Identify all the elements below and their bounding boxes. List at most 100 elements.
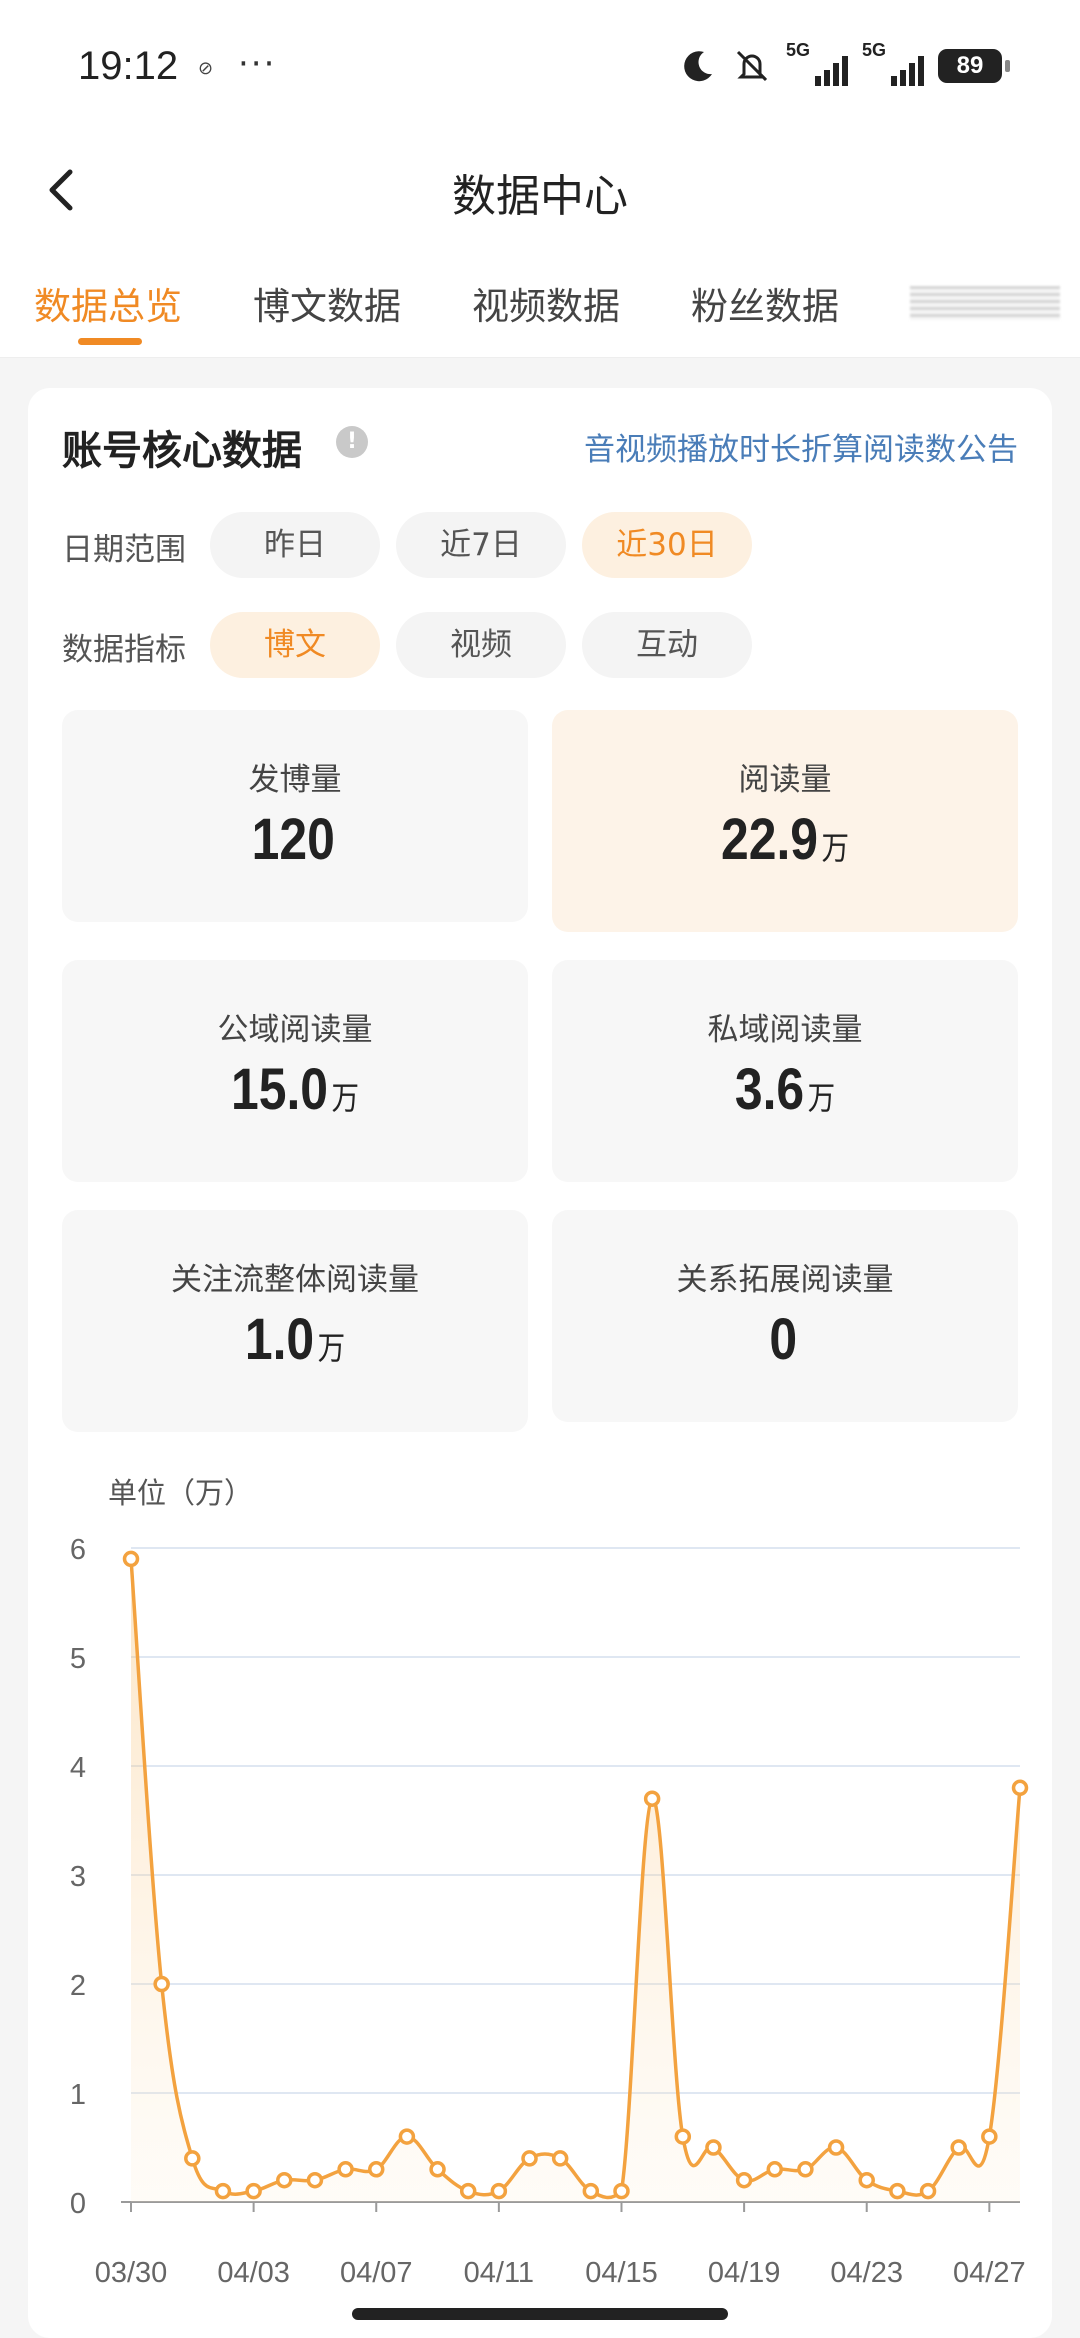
stat-value: 1.0 万: [244, 1307, 346, 1372]
y-tick-label: 0: [70, 2188, 86, 2220]
signal-icon: 5G: [786, 40, 848, 88]
status-icons: 5G 5G 89: [678, 40, 1010, 88]
battery-icon: 89: [938, 49, 1010, 83]
chart-unit-label: 单位（万）: [108, 1476, 254, 1510]
stat-value: 15.0 万: [230, 1057, 360, 1122]
stat-follow-feed-read[interactable]: 关注流整体阅读量 1.0 万: [62, 1210, 528, 1432]
tab-fans-data[interactable]: 粉丝数据: [691, 276, 839, 330]
network-type-1: 5G: [786, 40, 811, 60]
stat-value: 120: [251, 807, 335, 872]
data-point: [337, 2161, 354, 2178]
date-range-label: 日期范围: [62, 532, 186, 568]
signal-icon-2: 5G: [862, 40, 924, 88]
data-point: [276, 2171, 293, 2189]
stat-label: 发博量: [248, 762, 342, 798]
stat-label: 关系拓展阅读量: [676, 1262, 894, 1298]
sync-icon: ⊘: [198, 58, 214, 79]
date-chip-7days[interactable]: 近7日: [396, 512, 566, 578]
y-tick-label: 5: [70, 1643, 86, 1675]
x-tick-label: 04/03: [217, 2257, 290, 2289]
data-point: [367, 2161, 385, 2178]
date-chip-yesterday[interactable]: 昨日: [210, 512, 380, 578]
date-chip-30days[interactable]: 近30日: [582, 512, 752, 578]
stat-relation-read[interactable]: 关系拓展阅读量 0: [552, 1210, 1018, 1422]
status-bar: 19:12 ⊘ ··· 5G 5G 89: [0, 0, 1080, 130]
x-tick-label: 04/15: [585, 2257, 658, 2289]
mute-icon: [736, 50, 768, 82]
y-tick-label: 3: [70, 1861, 86, 1893]
stat-value: 22.9 万: [720, 807, 850, 872]
data-point: [459, 2182, 477, 2200]
tab-video-data[interactable]: 视频数据: [472, 276, 620, 330]
data-point: [919, 2182, 937, 2200]
data-point: [827, 2139, 845, 2156]
data-point: [858, 2171, 875, 2189]
data-point: [153, 1975, 170, 1993]
metric-chip-post[interactable]: 博文: [210, 612, 380, 678]
data-point: [1011, 1779, 1029, 1797]
stat-label: 公域阅读量: [217, 1012, 373, 1048]
data-point: [582, 2182, 600, 2200]
data-point: [551, 2150, 569, 2167]
tab-more-blurred[interactable]: [910, 286, 1060, 320]
status-time: 19:12: [78, 44, 179, 88]
metric-label: 数据指标: [62, 632, 186, 668]
x-tick-label: 04/23: [830, 2257, 903, 2289]
x-tick-label: 03/30: [95, 2257, 168, 2289]
page-title: 数据中心: [452, 171, 628, 222]
data-point: [429, 2161, 446, 2178]
y-tick-label: 2: [70, 1970, 86, 2002]
stat-public-read[interactable]: 公域阅读量 15.0 万: [62, 960, 528, 1182]
data-point: [490, 2182, 508, 2200]
data-point: [613, 2182, 630, 2200]
stat-post-count[interactable]: 发博量 120: [62, 710, 528, 922]
nav-bar: 数据中心: [0, 130, 1080, 250]
stat-label: 阅读量: [738, 762, 832, 798]
stat-label: 私域阅读量: [707, 1012, 863, 1048]
data-point: [214, 2182, 232, 2200]
data-point: [981, 2128, 998, 2145]
x-tick-label: 04/11: [464, 2257, 534, 2289]
network-type-2: 5G: [862, 40, 887, 60]
data-point: [398, 2128, 416, 2145]
moon-icon: [684, 51, 712, 82]
read-trend-chart: 0 1 2 3 4 5 6 03/30 04/03 04/07 04/11 04/15 04/19 04/…: [70, 1534, 1029, 2289]
notice-link[interactable]: 音视频播放时长折算阅读数公告: [584, 424, 1018, 469]
data-point: [950, 2139, 967, 2156]
data-point: [766, 2161, 784, 2178]
y-tick-label: 1: [70, 2079, 86, 2111]
series-area: [131, 1558, 1020, 2202]
data-point: [797, 2161, 814, 2178]
series-line: [129, 1558, 1022, 2200]
more-notifications-icon: ···: [238, 44, 277, 84]
active-tab-indicator: [78, 338, 142, 345]
data-point: [643, 1790, 661, 1807]
metric-chip-video[interactable]: 视频: [396, 612, 566, 678]
stat-read-count[interactable]: 阅读量 22.9 万: [552, 710, 1018, 932]
data-point: [735, 2171, 753, 2189]
data-point: [674, 2128, 692, 2145]
home-indicator[interactable]: [352, 2308, 728, 2320]
stat-private-read[interactable]: 私域阅读量 3.6 万: [552, 960, 1018, 1182]
x-tick-label: 04/27: [953, 2257, 1026, 2289]
x-tick-label: 04/19: [708, 2257, 781, 2289]
metric-chip-interaction[interactable]: 互动: [582, 612, 752, 678]
info-icon[interactable]: !: [336, 426, 368, 458]
tab-bar: 数据总览 博文数据 视频数据 粉丝数据: [0, 250, 1080, 358]
data-point: [306, 2171, 324, 2189]
y-tick-label: 6: [70, 1534, 86, 1566]
data-point: [245, 2182, 262, 2200]
x-tick-label: 04/07: [340, 2257, 413, 2289]
stat-value: 0: [769, 1307, 798, 1372]
card-title: 账号核心数据: [62, 428, 302, 474]
data-point: [889, 2182, 906, 2200]
stat-value: 3.6 万: [734, 1057, 836, 1122]
y-tick-label: 4: [70, 1752, 86, 1784]
tab-post-data[interactable]: 博文数据: [253, 276, 401, 330]
data-point: [521, 2150, 538, 2167]
data-point: [705, 2139, 722, 2156]
data-point: [122, 1550, 140, 1568]
tab-overview[interactable]: 数据总览: [34, 276, 182, 330]
stat-label: 关注流整体阅读量: [171, 1262, 419, 1298]
data-point: [184, 2150, 201, 2167]
